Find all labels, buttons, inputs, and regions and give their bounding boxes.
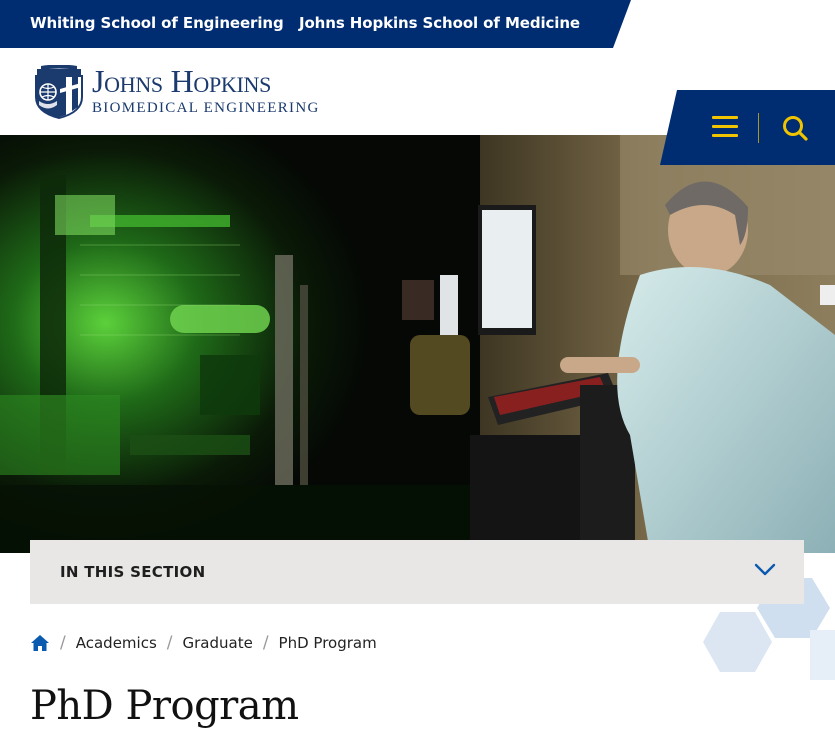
university-shield-icon (35, 65, 83, 119)
in-this-section-toggle[interactable]: IN THIS SECTION (30, 540, 804, 604)
page-title: PhD Program (30, 683, 299, 729)
logo-wordmark: Johns Hopkins (92, 65, 320, 97)
header-divider (758, 113, 759, 143)
breadcrumb-current: PhD Program (278, 634, 377, 652)
breadcrumb-graduate[interactable]: Graduate (183, 634, 253, 652)
utility-link-whiting[interactable]: Whiting School of Engineering (30, 14, 284, 32)
utility-bar: Whiting School of Engineering Johns Hopk… (0, 0, 835, 48)
home-icon[interactable] (30, 633, 50, 653)
breadcrumb-academics[interactable]: Academics (76, 634, 157, 652)
utility-link-medicine[interactable]: Johns Hopkins School of Medicine (299, 14, 580, 32)
logo-name-first: Johns (92, 63, 163, 99)
section-label: IN THIS SECTION (60, 563, 206, 581)
chevron-down-icon (754, 563, 776, 576)
site-logo[interactable]: Johns Hopkins BIOMEDICAL ENGINEERING (33, 65, 320, 119)
breadcrumb-separator: / (166, 633, 173, 653)
logo-department: BIOMEDICAL ENGINEERING (92, 100, 320, 116)
researcher-lab-photo (0, 135, 835, 553)
hamburger-icon[interactable] (712, 116, 738, 138)
breadcrumb: / Academics / Graduate / PhD Program (30, 633, 377, 653)
breadcrumb-separator: / (60, 633, 66, 653)
breadcrumb-separator: / (262, 633, 269, 653)
logo-name-second: Hopkins (170, 63, 272, 99)
search-icon[interactable] (781, 114, 809, 142)
header-controls (660, 90, 835, 165)
hero-image (0, 135, 835, 553)
